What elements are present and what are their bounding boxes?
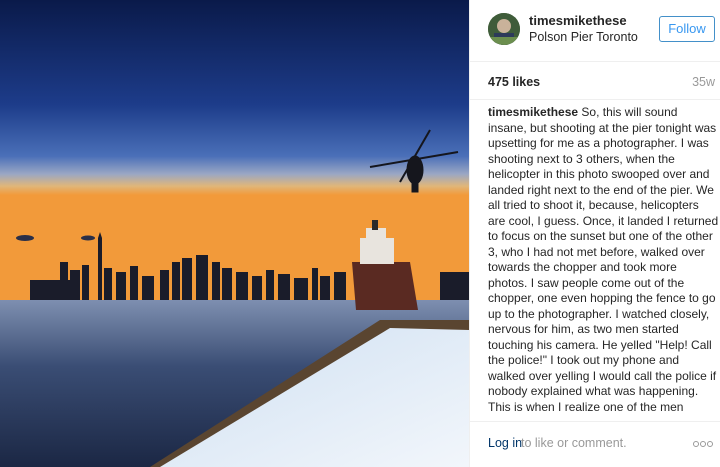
login-link[interactable]: Log in [488, 436, 522, 450]
post-photo[interactable] [0, 0, 469, 467]
post-footer: Log in to like or comment. [470, 421, 720, 467]
header-username[interactable]: timesmikethese [529, 13, 627, 28]
avatar-image-icon [488, 13, 520, 45]
post-meta: 475 likes 35w [470, 62, 720, 100]
post-sidebar: timesmikethese Polson Pier Toronto Follo… [469, 0, 720, 467]
header-location[interactable]: Polson Pier Toronto [529, 30, 638, 44]
post-header: timesmikethese Polson Pier Toronto Follo… [470, 0, 720, 62]
toronto-skyline-helicopter-image [0, 0, 469, 467]
instagram-post: timesmikethese Polson Pier Toronto Follo… [0, 0, 720, 467]
likes-count[interactable]: 475 likes [488, 75, 540, 89]
caption-text: So, this will sound insane, but shooting… [488, 105, 719, 414]
more-options-icon[interactable] [693, 434, 715, 448]
avatar[interactable] [488, 13, 520, 45]
post-age[interactable]: 35w [692, 75, 715, 89]
caption-username[interactable]: timesmikethese [488, 105, 578, 119]
post-caption: timesmikethese So, this will sound insan… [488, 105, 719, 415]
login-prompt-text: to like or comment. [521, 436, 627, 450]
follow-button[interactable]: Follow [659, 16, 715, 42]
